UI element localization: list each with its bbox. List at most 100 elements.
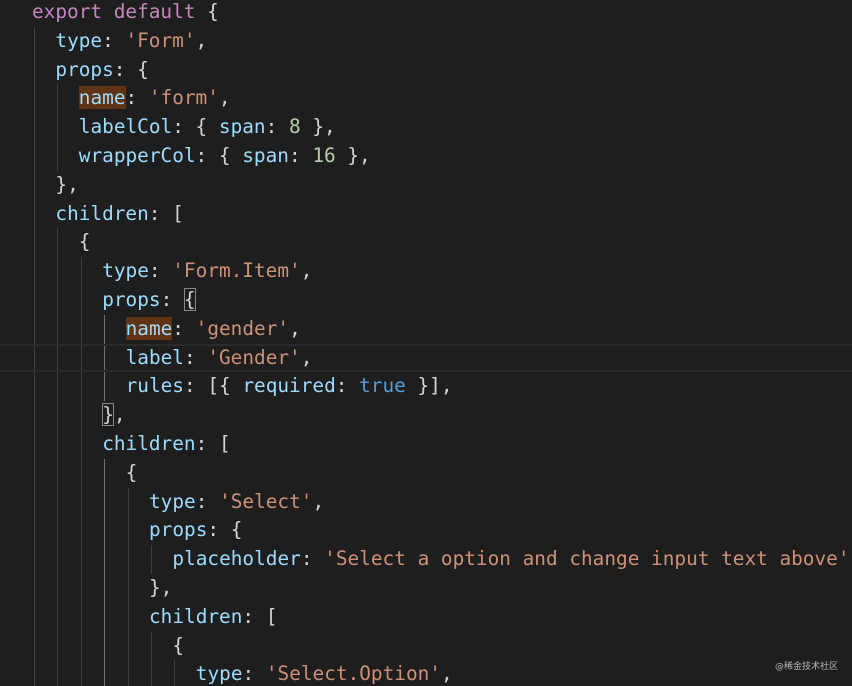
code-line[interactable]: labelCol: { span: 8 },: [0, 113, 852, 142]
indent-guide: [80, 257, 82, 286]
code-token: {: [172, 633, 185, 657]
code-token: type: [55, 28, 103, 52]
code-token: children: [149, 604, 243, 628]
code-line[interactable]: name: 'form',: [0, 84, 852, 114]
code-editor[interactable]: @稀金技术社区 export default {type: 'Form', pro…: [0, 0, 852, 686]
code-token: ,: [113, 403, 126, 427]
code-line[interactable]: name: 'gender',: [0, 314, 852, 344]
code-text: props: {: [149, 516, 242, 545]
indent-guide: [80, 487, 82, 517]
indent-guide: [34, 55, 35, 85]
code-token: :: [125, 86, 149, 110]
code-token: ,: [300, 259, 313, 283]
indent-guide: [127, 545, 129, 574]
code-token: ,: [312, 489, 325, 513]
code-token: span: [242, 144, 289, 167]
indent-guide: [57, 660, 59, 686]
code-token: :: [183, 345, 208, 369]
code-line[interactable]: props: {: [0, 516, 852, 546]
code-token: 'gender': [195, 316, 290, 340]
indent-guide: [34, 84, 35, 114]
code-token: : [: [242, 604, 278, 628]
code-line[interactable]: children: [: [0, 430, 852, 459]
code-line[interactable]: children: [: [0, 199, 852, 229]
code-text: placeholder: 'Select a option and change…: [172, 545, 852, 574]
code-text: props: {: [55, 56, 148, 85]
code-text: children: [: [55, 200, 183, 229]
indent-guide: [34, 516, 35, 546]
indent-guide: [80, 631, 82, 661]
code-token: ,: [300, 345, 313, 369]
code-token: :: [335, 374, 360, 398]
indent-guide: [151, 660, 152, 686]
code-text: type: 'Select.Option',: [196, 660, 453, 686]
code-token: :: [195, 489, 220, 513]
code-text: type: 'Select',: [149, 488, 324, 517]
code-line[interactable]: rules: [{ required: true }],: [0, 372, 852, 402]
indent-guide: [80, 430, 82, 459]
code-line[interactable]: },: [0, 574, 852, 603]
code-text: children: [: [149, 603, 277, 632]
indent-guide: [57, 458, 59, 488]
indent-guide: [57, 516, 59, 546]
code-line[interactable]: },: [0, 170, 852, 200]
code-token: name: [78, 86, 126, 110]
indent-guide: [104, 574, 106, 603]
indent-guide: [80, 286, 82, 315]
indent-guide: [104, 516, 106, 546]
code-token: : [: [195, 432, 231, 455]
code-token: label: [125, 345, 184, 369]
code-line[interactable]: placeholder: 'Select a option and change…: [0, 545, 852, 574]
code-token: ,: [195, 28, 208, 52]
code-line[interactable]: label: 'Gender',: [0, 343, 852, 373]
indent-guide: [34, 574, 35, 603]
indent-guide: [57, 602, 59, 632]
code-line[interactable]: type: 'Form.Item',: [0, 257, 852, 286]
code-token: props: [102, 288, 161, 311]
code-token: : {: [195, 144, 243, 167]
indent-guide: [34, 631, 35, 661]
code-text: },: [149, 574, 172, 603]
code-line[interactable]: export default {: [0, 0, 852, 27]
code-line[interactable]: {: [0, 458, 852, 488]
code-line[interactable]: type: 'Select',: [0, 487, 852, 517]
indent-guide: [34, 372, 35, 402]
code-token: : {: [172, 115, 219, 139]
code-token: 'Gender': [207, 345, 301, 369]
code-text: {: [126, 459, 138, 488]
indent-guide: [80, 345, 82, 371]
code-text: children: [: [102, 430, 230, 459]
code-line[interactable]: {: [0, 631, 852, 661]
code-text: {: [79, 228, 91, 257]
indent-guide: [57, 286, 59, 315]
indent-guide: [34, 199, 35, 229]
indent-guide: [80, 602, 82, 632]
code-token: wrapperCol: [78, 144, 196, 167]
code-token: 'Form': [125, 28, 196, 52]
code-token: }: [102, 403, 114, 427]
code-line[interactable]: {: [0, 228, 852, 258]
code-line[interactable]: wrapperCol: { span: 16 },: [0, 142, 852, 171]
code-token: {: [183, 288, 196, 311]
indent-guide: [80, 314, 82, 344]
code-token: : {: [207, 518, 243, 542]
code-token: type: [195, 662, 243, 686]
code-token: :: [102, 28, 126, 52]
code-line[interactable]: children: [: [0, 602, 852, 632]
code-line[interactable]: props: {: [0, 55, 852, 85]
code-token: 'form': [148, 86, 219, 110]
code-line[interactable]: },: [0, 401, 852, 430]
indent-guide: [104, 660, 106, 686]
code-line[interactable]: props: {: [0, 286, 852, 315]
indent-guide: [80, 545, 82, 574]
indent-guide: [174, 660, 176, 686]
code-line[interactable]: type: 'Select.Option',: [0, 660, 852, 686]
code-token: children: [55, 201, 149, 225]
code-line[interactable]: type: 'Form',: [0, 26, 852, 56]
indent-guide: [34, 602, 35, 632]
code-token: 16: [312, 144, 336, 167]
code-token: },: [55, 172, 79, 196]
indent-guide: [34, 345, 35, 371]
code-text: labelCol: { span: 8 },: [79, 113, 336, 142]
